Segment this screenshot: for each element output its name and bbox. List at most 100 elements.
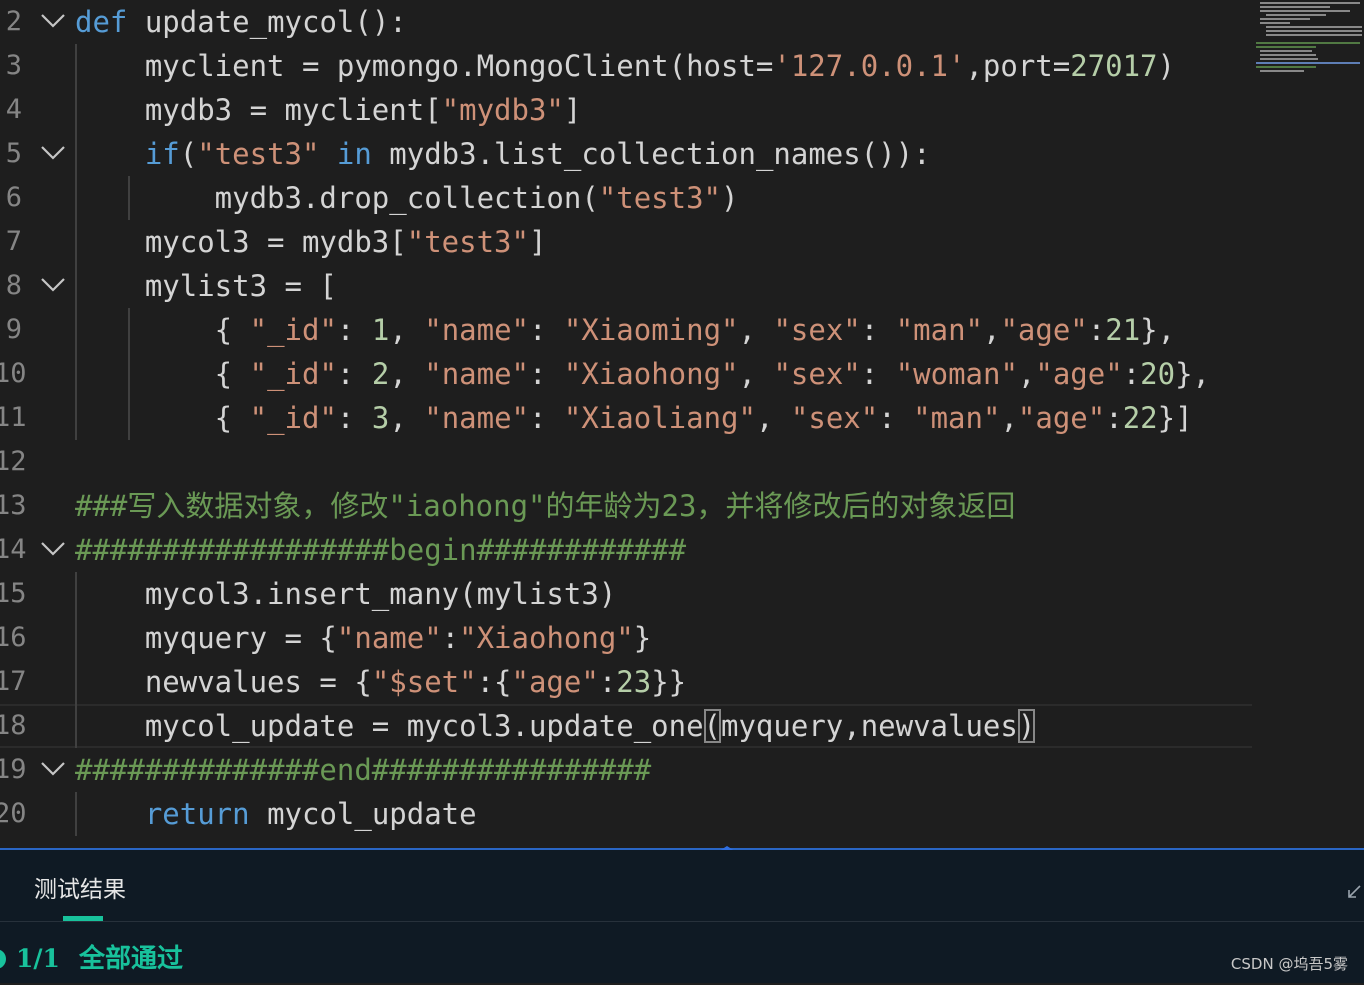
code-line[interactable]: 5 if("test3" in mydb3.list_collection_na… (0, 132, 1260, 176)
line-number: 17 (0, 666, 27, 697)
code-line[interactable]: 6 mydb3.drop_collection("test3") (0, 176, 1260, 220)
code-token: mycol3.insert_many(mylist3) (75, 577, 617, 611)
code-token: mycol_update = mycol3.update_one (75, 709, 704, 743)
code-line[interactable]: 12 (0, 440, 1260, 484)
code-token: 1 (371, 313, 390, 347)
code-token: , (738, 313, 774, 347)
code-token: }} (651, 665, 687, 699)
line-number: 15 (0, 578, 27, 609)
code-token: ##############end################ (75, 753, 652, 787)
chevron-down-icon[interactable] (38, 132, 68, 176)
line-code: mydb3.drop_collection("test3") (75, 176, 739, 220)
code-token: "age" (1035, 357, 1123, 391)
code-token: , (738, 357, 774, 391)
chevron-down-icon[interactable] (38, 528, 68, 572)
code-token: ( (703, 709, 722, 743)
minimap-line (1266, 34, 1362, 36)
code-token: mycol3 = mydb3[ (75, 225, 407, 259)
minimap-line (1256, 62, 1360, 64)
minimap-line (1266, 30, 1362, 32)
code-line[interactable]: 4 mydb3 = myclient["mydb3"] (0, 88, 1260, 132)
code-token: :{ (476, 665, 512, 699)
code-token: ] (528, 225, 547, 259)
code-line[interactable]: 14 ##################begin############ (0, 528, 1260, 572)
code-token: "sex" (790, 401, 879, 435)
line-number: 13 (0, 490, 27, 521)
code-token: : (336, 357, 372, 391)
code-line[interactable]: 7 mycol3 = mydb3["test3"] (0, 220, 1260, 264)
code-token: : (860, 313, 896, 347)
code-line[interactable]: 10 { "_id": 2, "name": "Xiaohong", "sex"… (0, 352, 1260, 396)
status-circle-icon (0, 949, 6, 969)
code-token: mydb3 = myclient[ (75, 93, 442, 127)
line-code: myclient = pymongo.MongoClient(host='127… (75, 44, 1175, 88)
code-editor[interactable]: 2 def update_mycol(): 3 myclient = pymongo… (0, 0, 1364, 850)
result-count: 1/1 (16, 944, 60, 973)
code-token: "_id" (249, 357, 337, 391)
code-token: , (1017, 357, 1036, 391)
line-number: 16 (0, 622, 27, 653)
code-token: ) (721, 181, 739, 215)
code-line[interactable]: 8 mylist3 = [ (0, 264, 1260, 308)
minimap-line (1260, 22, 1290, 24)
minimap-line (1260, 54, 1316, 56)
code-token: "name" (336, 621, 442, 655)
code-line[interactable]: 3 myclient = pymongo.MongoClient(host='1… (0, 44, 1260, 88)
chevron-down-icon[interactable] (38, 264, 68, 308)
code-token: : (1105, 401, 1123, 435)
line-code: ##################begin############ (75, 528, 686, 572)
line-code: mycol3.insert_many(mylist3) (75, 572, 616, 616)
chevron-down-icon[interactable] (38, 748, 68, 792)
code-token: : (598, 665, 617, 699)
code-token: 27017 (1070, 49, 1158, 83)
code-token: "Xiaoliang" (563, 401, 756, 435)
code-line[interactable]: 15 mycol3.insert_many(mylist3) (0, 572, 1260, 616)
code-line[interactable]: 17 newvalues = {"$set":{"age":23}} (0, 660, 1260, 704)
code-line[interactable]: 20 return mycol_update (0, 792, 1260, 836)
line-number: 4 (5, 94, 22, 125)
line-number: 12 (0, 446, 27, 477)
minimap-line (1260, 2, 1360, 4)
code-token: ( (179, 137, 198, 171)
collapse-icon[interactable] (1346, 884, 1362, 900)
code-token: { (75, 401, 250, 435)
code-line[interactable]: 9 { "_id": 1, "name": "Xiaoming", "sex":… (0, 308, 1260, 352)
minimap-line (1260, 70, 1304, 72)
code-token: : (529, 401, 564, 435)
code-token: } (633, 621, 652, 655)
code-line[interactable]: 2 def update_mycol(): (0, 0, 1260, 44)
code-line[interactable]: 16 myquery = {"name":"Xiaohong"} (0, 616, 1260, 660)
line-code: ##############end################ (75, 748, 651, 792)
line-number: 20 (0, 798, 27, 829)
line-code: if("test3" in mydb3.list_collection_name… (75, 132, 931, 176)
code-token: 22 (1122, 401, 1158, 435)
code-token: '127.0.0.1' (773, 49, 966, 83)
chevron-down-icon[interactable] (38, 0, 68, 44)
test-results-panel: 测试结果 1/1 全部通过 CSDN @坞吾5雾 (0, 850, 1364, 983)
panel-tab-bar: 测试结果 (0, 850, 1364, 922)
code-token: "age" (1000, 313, 1088, 347)
code-line[interactable]: 11 { "_id": 3, "name": "Xiaoliang", "sex… (0, 396, 1260, 440)
code-token: , (755, 401, 791, 435)
code-token: , (389, 401, 425, 435)
code-token: : (1087, 313, 1106, 347)
line-code: { "_id": 1, "name": "Xiaoming", "sex": "… (75, 308, 1175, 352)
indent-guide (75, 572, 77, 748)
code-token: ##################begin############ (75, 533, 687, 567)
code-line[interactable]: 19 ##############end################ (0, 748, 1260, 792)
code-token: : (529, 357, 564, 391)
code-token: "age" (1017, 401, 1106, 435)
line-code: ###写入数据对象，修改"iaohong"的年龄为23，并将修改后的对象返回 (75, 484, 1015, 528)
code-line[interactable]: 13 ###写入数据对象，修改"iaohong"的年龄为23，并将修改后的对象返回 (0, 484, 1260, 528)
indent-guide (128, 176, 130, 220)
minimap-line (1260, 18, 1310, 20)
line-code: mydb3 = myclient["mydb3"] (75, 88, 582, 132)
code-line[interactable]: 18 mycol_update = mycol3.update_one(myqu… (0, 704, 1252, 748)
code-token: "man" (913, 401, 1001, 435)
line-code: myquery = {"name":"Xiaohong"} (75, 616, 651, 660)
code-token: }, (1175, 357, 1210, 391)
minimap[interactable] (1256, 0, 1364, 80)
tab-test-results[interactable]: 测试结果 (34, 872, 126, 908)
code-token: mydb3.list_collection_names()): (371, 137, 931, 171)
